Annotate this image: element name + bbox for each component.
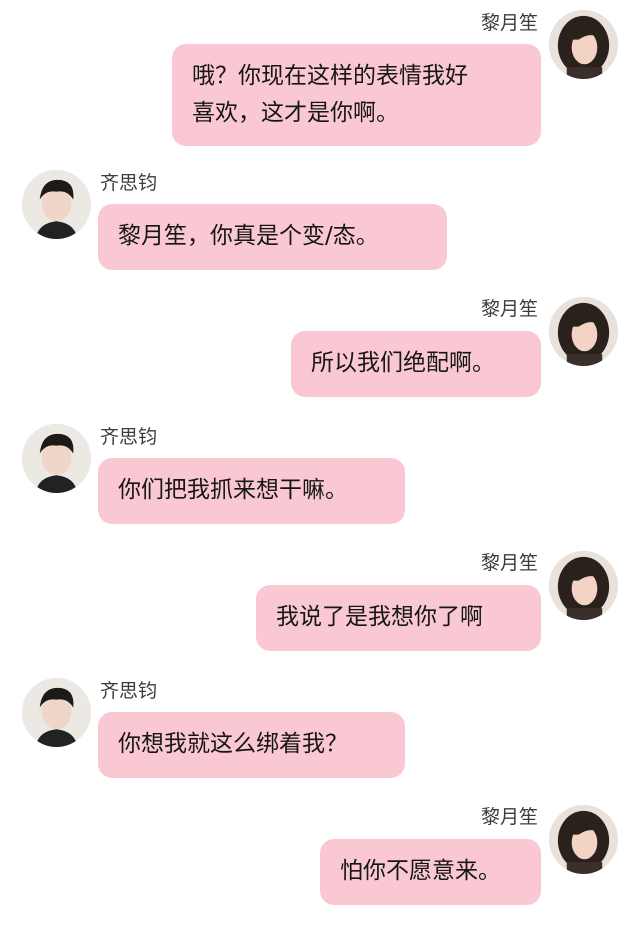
sender-name: 齐思钧 bbox=[100, 172, 158, 194]
message-line: 怕你不愿意来。 bbox=[340, 858, 501, 884]
message-bubble[interactable]: 我说了是我想你了啊 bbox=[256, 585, 541, 651]
sender-name: 黎月笙 bbox=[480, 806, 538, 828]
message-line: 你们把我抓来想干嘛。 bbox=[118, 477, 348, 503]
sender-name: 齐思钧 bbox=[100, 426, 158, 448]
message-line: 喜欢，这才是你啊。 bbox=[192, 100, 399, 126]
message-line: 你想我就这么绑着我？ bbox=[118, 731, 348, 757]
male-avatar-icon[interactable] bbox=[22, 678, 91, 747]
male-avatar-icon[interactable] bbox=[22, 170, 91, 239]
message-bubble[interactable]: 黎月笙，你真是个变/态。 bbox=[98, 204, 447, 270]
female-avatar-icon[interactable] bbox=[549, 297, 618, 366]
message-line: 所以我们绝配啊。 bbox=[311, 350, 495, 376]
female-avatar-icon[interactable] bbox=[549, 551, 618, 620]
female-avatar-icon[interactable] bbox=[549, 10, 618, 79]
sender-name: 黎月笙 bbox=[480, 298, 538, 320]
message-line: 我说了是我想你了啊 bbox=[276, 604, 483, 630]
female-avatar-icon[interactable] bbox=[549, 805, 618, 874]
message-line: 哦？你现在这样的表情我好 bbox=[192, 63, 468, 89]
chat-conversation: 黎月笙 哦？你现在这样的表情我好 喜欢，这才是你啊。 齐思钧 黎月笙，你真是个变… bbox=[0, 0, 640, 929]
sender-name: 黎月笙 bbox=[480, 552, 538, 574]
message-bubble[interactable]: 你们把我抓来想干嘛。 bbox=[98, 458, 405, 524]
message-bubble[interactable]: 你想我就这么绑着我？ bbox=[98, 712, 405, 778]
male-avatar-icon[interactable] bbox=[22, 424, 91, 493]
sender-name: 黎月笙 bbox=[480, 12, 538, 34]
message-bubble[interactable]: 哦？你现在这样的表情我好 喜欢，这才是你啊。 bbox=[172, 44, 541, 146]
sender-name: 齐思钧 bbox=[100, 680, 158, 702]
message-bubble[interactable]: 所以我们绝配啊。 bbox=[291, 331, 541, 397]
message-line: 黎月笙，你真是个变/态。 bbox=[118, 223, 379, 249]
message-bubble[interactable]: 怕你不愿意来。 bbox=[320, 839, 541, 905]
